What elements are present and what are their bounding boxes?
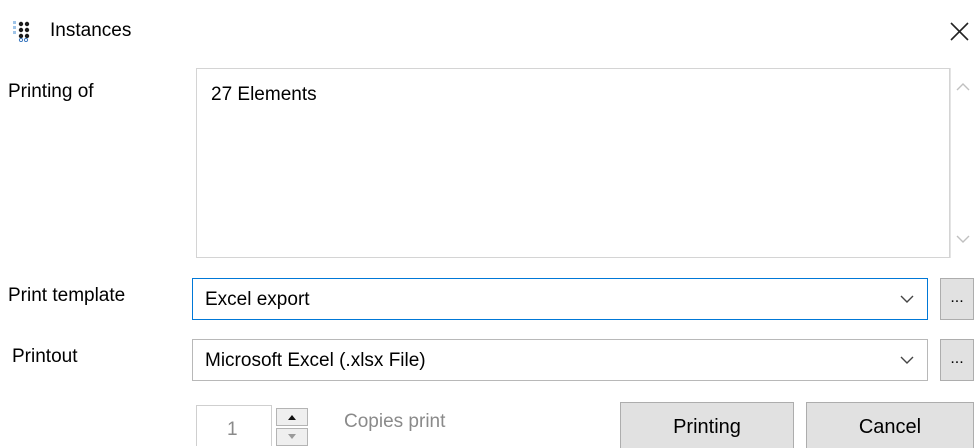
arrow-up-icon xyxy=(288,415,296,420)
copies-value: 1 xyxy=(227,419,238,440)
copies-input[interactable]: 1 xyxy=(196,405,272,446)
printout-select[interactable]: Microsoft Excel (.xlsx File) xyxy=(192,339,928,381)
printout-value: Microsoft Excel (.xlsx File) xyxy=(205,350,426,371)
print-template-browse-button[interactable]: ... xyxy=(940,278,974,320)
copies-decrement-button[interactable] xyxy=(276,428,308,446)
scroll-down-icon[interactable] xyxy=(955,234,971,244)
printing-of-label: Printing of xyxy=(8,81,94,102)
print-template-select[interactable]: Excel export xyxy=(192,278,928,320)
cancel-button-label: Cancel xyxy=(858,416,922,438)
printing-button[interactable]: Printing xyxy=(620,402,794,448)
scroll-up-icon[interactable] xyxy=(955,82,971,92)
window-title: Instances xyxy=(50,20,132,41)
cancel-button[interactable]: Cancel xyxy=(806,402,974,448)
printing-button-label: Printing xyxy=(673,416,741,438)
print-template-label: Print template xyxy=(8,285,126,306)
close-icon xyxy=(950,22,969,41)
printout-label: Printout xyxy=(12,346,78,367)
chevron-down-icon xyxy=(900,356,914,364)
printing-of-textarea[interactable]: 27 Elements xyxy=(196,68,950,258)
printout-browse-label: ... xyxy=(950,350,964,367)
copies-increment-button[interactable] xyxy=(276,408,308,426)
copies-label: Copies print xyxy=(344,411,446,432)
print-template-value: Excel export xyxy=(205,289,310,310)
printing-of-content: 27 Elements xyxy=(211,84,317,105)
print-template-browse-label: ... xyxy=(950,289,964,306)
vertical-scrollbar[interactable] xyxy=(950,68,974,258)
arrow-down-icon xyxy=(288,434,296,439)
instances-icon xyxy=(13,20,35,43)
chevron-down-icon xyxy=(900,295,914,303)
printout-browse-button[interactable]: ... xyxy=(940,339,974,381)
close-button[interactable] xyxy=(948,16,972,44)
